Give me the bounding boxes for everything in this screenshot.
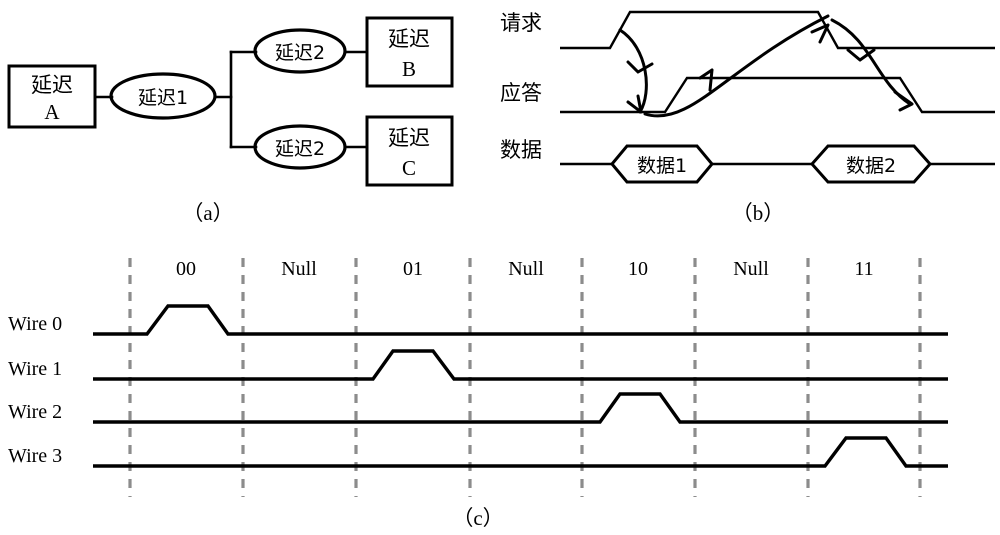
waveform-wire-3 bbox=[93, 436, 948, 468]
caption-c: （c） bbox=[452, 506, 503, 530]
wire-label-0: Wire 0 bbox=[8, 313, 62, 335]
phase-label-1: Null bbox=[281, 258, 317, 280]
phase-label-3: Null bbox=[508, 258, 544, 280]
phase-label-4: 10 bbox=[628, 258, 648, 280]
figure-root: 延迟 A 延迟1 延迟2 延迟2 延迟 B 延迟 C （a） 请求 应答 数据 … bbox=[0, 0, 1000, 535]
phase-label-0: 00 bbox=[176, 258, 196, 280]
phase-label-6: 11 bbox=[854, 258, 873, 280]
waveform-wire-0 bbox=[93, 304, 948, 336]
waveform-wire-1 bbox=[93, 349, 948, 381]
panel-c-diagram: 00 Null 01 Null 10 Null 11 Wire 0 Wire 1… bbox=[8, 258, 948, 530]
waveform-wire-2 bbox=[93, 392, 948, 424]
phase-label-5: Null bbox=[733, 258, 769, 280]
wire-label-2: Wire 2 bbox=[8, 401, 62, 423]
phase-label-2: 01 bbox=[403, 258, 423, 280]
wire-label-1: Wire 1 bbox=[8, 358, 62, 380]
wire-label-3: Wire 3 bbox=[8, 445, 62, 467]
